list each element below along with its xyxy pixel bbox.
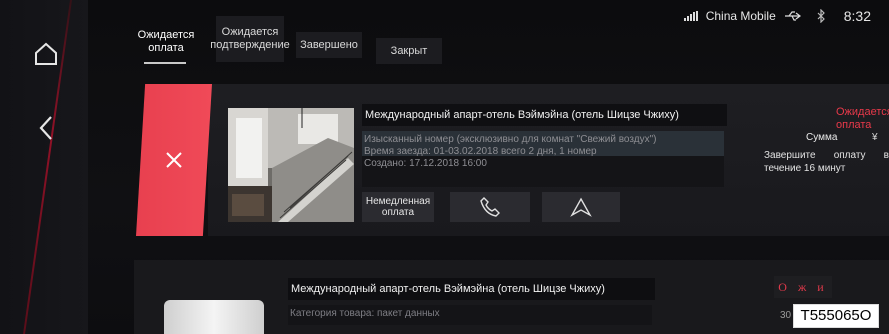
tab-awaiting-payment[interactable]: Ожидается оплата (134, 20, 198, 64)
tab-label: Закрыт (390, 44, 428, 57)
payment-deadline-note: Завершите оплату в течение 16 минут (764, 150, 889, 174)
phone-icon (480, 197, 500, 217)
carrier-name: China Mobile (705, 9, 776, 23)
room-type: Изысканный номер (эксклюзивно для комнат… (364, 134, 657, 145)
tab-closed[interactable]: Закрыт (376, 38, 442, 64)
tab-label: Ожидается подтверждение (210, 26, 290, 51)
order-status: Ожидается оплата (836, 106, 889, 131)
call-button[interactable] (450, 192, 530, 222)
back-button[interactable] (26, 108, 66, 148)
watermark-code: T555065O (793, 304, 879, 328)
order-title: Международный апарт-отель Вэймэйна (отел… (362, 104, 727, 126)
order-category: Категория товара: пакет данных (288, 305, 652, 325)
amount-label: Сумма (806, 132, 838, 143)
order-title: Международный апарт-отель Вэймэйна (отел… (288, 278, 655, 300)
product-photo (164, 300, 264, 334)
home-icon (35, 42, 57, 65)
pay-now-button[interactable]: Немедленная оплата (362, 192, 434, 222)
active-tab-indicator (144, 62, 186, 64)
tab-completed[interactable]: Завершено (296, 32, 362, 58)
usb-icon (784, 11, 801, 21)
stay-dates: Время заезда: 01-03.02.2018 всего 2 дня,… (364, 146, 597, 157)
status-bar: China Mobile 8:32 (683, 6, 871, 26)
navigate-button[interactable] (542, 192, 620, 222)
signal-icon (683, 11, 698, 21)
tab-label: Ожидается оплата (137, 29, 195, 54)
currency-symbol: ¥ (872, 132, 878, 143)
back-icon (39, 116, 52, 140)
home-button[interactable] (26, 34, 66, 74)
created-time: Создано: 17.12.2018 16:00 (364, 158, 487, 169)
cancel-order-button[interactable] (136, 84, 212, 236)
pay-now-label: Немедленная оплата (365, 196, 431, 218)
hotel-photo (228, 108, 354, 222)
screen: China Mobile 8:32 Ожидается оплата Ожида… (0, 0, 889, 334)
tab-awaiting-confirmation[interactable]: Ожидается подтверждение (210, 16, 290, 62)
order-status: О ж и (774, 276, 832, 298)
bluetooth-icon (817, 9, 825, 23)
order-details: Изысканный номер (эксклюзивно для комнат… (362, 131, 724, 187)
tab-label: Завершено (300, 38, 358, 51)
close-icon (166, 152, 182, 168)
clock: 8:32 (843, 8, 871, 24)
navigation-icon (570, 197, 592, 217)
category-text: Категория товара: пакет данных (290, 308, 440, 319)
order-amount: 30 (780, 310, 792, 321)
